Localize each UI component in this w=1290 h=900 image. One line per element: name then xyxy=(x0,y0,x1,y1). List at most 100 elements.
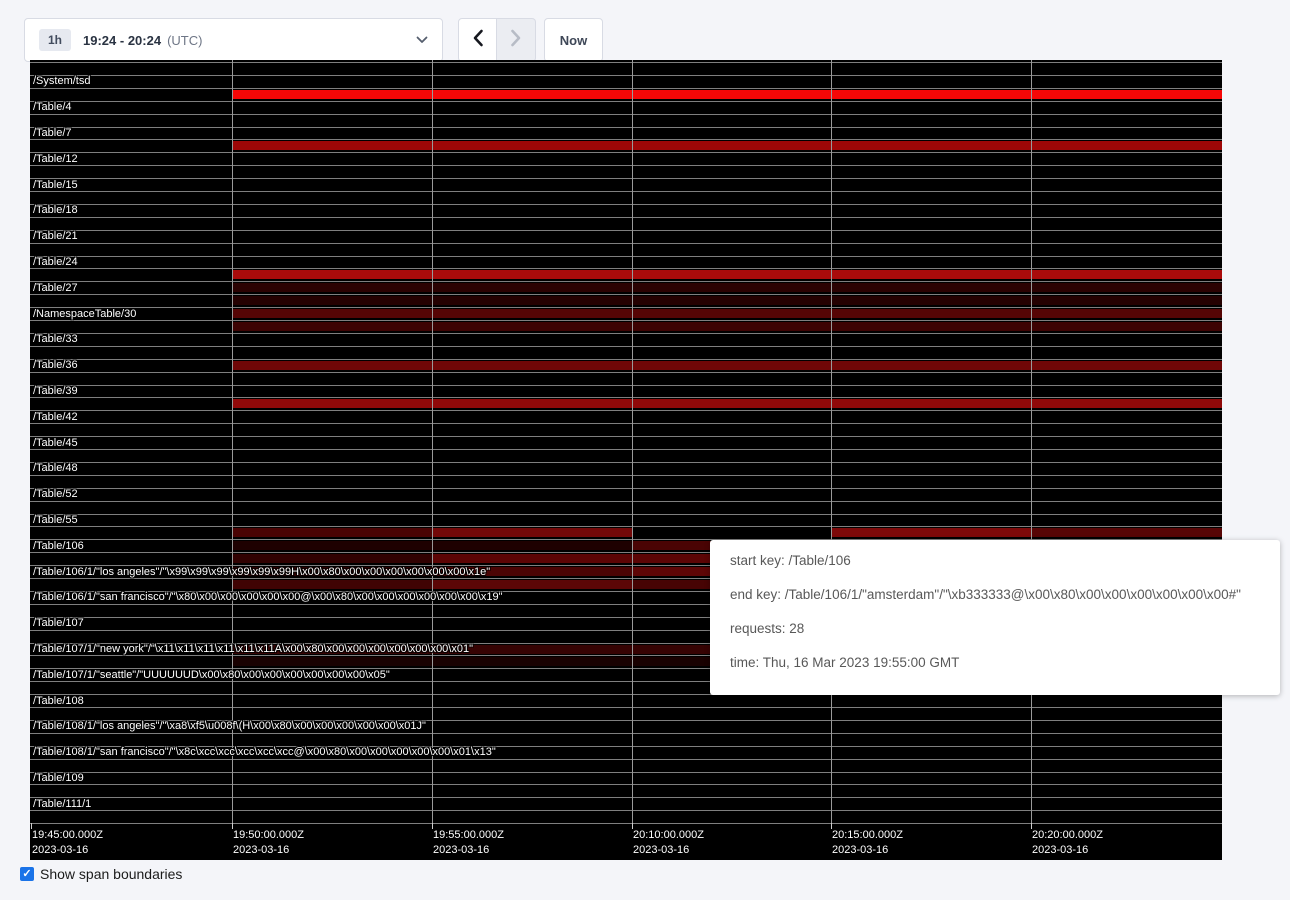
span-boundary-line xyxy=(30,204,1222,205)
time-gridline xyxy=(831,60,832,823)
heatmap-band[interactable] xyxy=(232,283,1222,292)
axis-date-value: 2023-03-16 xyxy=(233,843,304,858)
axis-date-value: 2023-03-16 xyxy=(433,843,504,858)
span-boundary-line xyxy=(30,152,1222,153)
span-boundary-line xyxy=(30,127,1222,128)
span-boundary-line xyxy=(30,488,1222,489)
heatmap-band[interactable] xyxy=(232,270,1222,279)
chevron-down-icon xyxy=(416,36,428,44)
axis-date-value: 2023-03-16 xyxy=(1032,843,1103,858)
row-label: /Table/108 xyxy=(33,694,84,707)
axis-date-value: 2023-03-16 xyxy=(32,843,103,858)
span-boundary-line xyxy=(30,462,1222,463)
row-label: /Table/42 xyxy=(33,410,78,423)
heatmap-band[interactable] xyxy=(232,528,432,537)
heatmap-band[interactable] xyxy=(232,296,1222,305)
heatmap-band[interactable] xyxy=(232,399,1222,408)
axis-time-label: 20:10:00.000Z2023-03-16 xyxy=(633,828,704,858)
tooltip-end-key: end key: /Table/106/1/"amsterdam"/"\xb33… xyxy=(730,587,1260,602)
tooltip-start-key: start key: /Table/106 xyxy=(730,553,1260,568)
span-boundary-line xyxy=(30,385,1222,386)
span-boundary-line xyxy=(30,320,1222,321)
previous-timespan-button[interactable] xyxy=(458,18,497,62)
span-boundary-line xyxy=(30,230,1222,231)
chevron-right-icon xyxy=(510,29,522,52)
heatmap-canvas[interactable]: /System/tsd/Table/4/Table/7/Table/12/Tab… xyxy=(30,60,1222,860)
row-label: /Table/106/1/"los angeles"/"\x99\x99\x99… xyxy=(33,565,490,578)
axis-time-label: 20:20:00.000Z2023-03-16 xyxy=(1032,828,1103,858)
row-label: /Table/24 xyxy=(33,256,78,269)
now-button[interactable]: Now xyxy=(544,18,603,62)
heatmap-band[interactable] xyxy=(232,580,432,589)
row-label: /Table/107/1/"new york"/"\x11\x11\x11\x1… xyxy=(33,643,473,656)
axis-time-value: 20:10:00.000Z xyxy=(633,828,704,843)
row-label: /Table/106 xyxy=(33,539,84,552)
time-range-timezone: (UTC) xyxy=(167,33,202,48)
time-range-text: 19:24 - 20:24 xyxy=(83,33,161,48)
span-boundary-line xyxy=(30,372,1222,373)
row-label: /Table/15 xyxy=(33,178,78,191)
axis-time-value: 19:50:00.000Z xyxy=(233,828,304,843)
next-timespan-button[interactable] xyxy=(497,18,536,62)
row-label: /System/tsd xyxy=(33,75,90,88)
row-label: /Table/107/1/"seattle"/"UUUUUUD\x00\x80\… xyxy=(33,668,390,681)
span-boundary-line xyxy=(30,797,1222,798)
span-boundary-line xyxy=(30,449,1222,450)
heatmap-band[interactable] xyxy=(432,580,632,589)
time-range-selector[interactable]: 1h 19:24 - 20:24 (UTC) xyxy=(24,18,443,62)
row-label: /Table/111/1 xyxy=(33,797,91,810)
span-boundary-line xyxy=(30,707,1222,708)
span-boundary-line xyxy=(30,256,1222,257)
span-boundary-line xyxy=(30,784,1222,785)
span-boundary-line xyxy=(30,243,1222,244)
row-label: /Table/106/1/"san francisco"/"\x80\x00\x… xyxy=(33,591,503,604)
axis-time-label: 19:45:00.000Z2023-03-16 xyxy=(32,828,103,858)
heatmap-band[interactable] xyxy=(232,90,1222,99)
span-boundary-line xyxy=(30,346,1222,347)
span-boundary-line xyxy=(30,759,1222,760)
heatmap-band[interactable] xyxy=(1031,528,1222,537)
heatmap-band[interactable] xyxy=(831,528,1031,537)
span-boundary-line xyxy=(30,217,1222,218)
row-label: /Table/45 xyxy=(33,436,78,449)
axis-time-value: 19:45:00.000Z xyxy=(32,828,103,843)
span-boundary-line xyxy=(30,475,1222,476)
axis-date-value: 2023-03-16 xyxy=(832,843,903,858)
span-boundary-line xyxy=(30,88,1222,89)
row-label: /Table/12 xyxy=(33,152,78,165)
row-label: /Table/21 xyxy=(33,230,78,243)
heatmap-band[interactable] xyxy=(232,141,1222,150)
span-boundary-line xyxy=(30,526,1222,527)
heatmap-band[interactable] xyxy=(232,554,432,563)
span-boundary-line xyxy=(30,410,1222,411)
row-label: /Table/108/1/"los angeles"/"\xa8\xf5\u00… xyxy=(33,720,426,733)
time-range-badge: 1h xyxy=(39,29,71,51)
heatmap-band[interactable] xyxy=(232,361,1222,370)
span-boundary-line xyxy=(30,114,1222,115)
heatmap-tooltip: start key: /Table/106 end key: /Table/10… xyxy=(710,540,1280,695)
row-label: /Table/55 xyxy=(33,514,78,527)
axis-date-value: 2023-03-16 xyxy=(633,843,704,858)
row-label: /Table/48 xyxy=(33,462,78,475)
show-span-boundaries-label: Show span boundaries xyxy=(40,866,182,882)
heatmap-band[interactable] xyxy=(232,322,1222,331)
row-label: /NamespaceTable/30 xyxy=(33,307,136,320)
tooltip-time: time: Thu, 16 Mar 2023 19:55:00 GMT xyxy=(730,655,1260,670)
span-boundary-line xyxy=(30,423,1222,424)
time-gridline xyxy=(432,60,433,823)
span-boundary-line xyxy=(30,307,1222,308)
span-boundary-line xyxy=(30,514,1222,515)
span-boundary-line xyxy=(30,823,1222,824)
heatmap-band[interactable] xyxy=(232,309,1222,318)
row-label: /Table/108/1/"san francisco"/"\x8c\xcc\x… xyxy=(33,746,496,759)
span-boundary-line xyxy=(30,359,1222,360)
span-boundary-line xyxy=(30,268,1222,269)
row-label: /Table/39 xyxy=(33,385,78,398)
heatmap-band[interactable] xyxy=(432,528,632,537)
row-label: /Table/27 xyxy=(33,281,78,294)
show-span-boundaries-checkbox[interactable]: ✓ xyxy=(20,867,34,881)
span-boundary-line xyxy=(30,810,1222,811)
span-boundary-line xyxy=(30,281,1222,282)
time-gridline xyxy=(632,60,633,823)
time-nav-group xyxy=(458,18,536,62)
